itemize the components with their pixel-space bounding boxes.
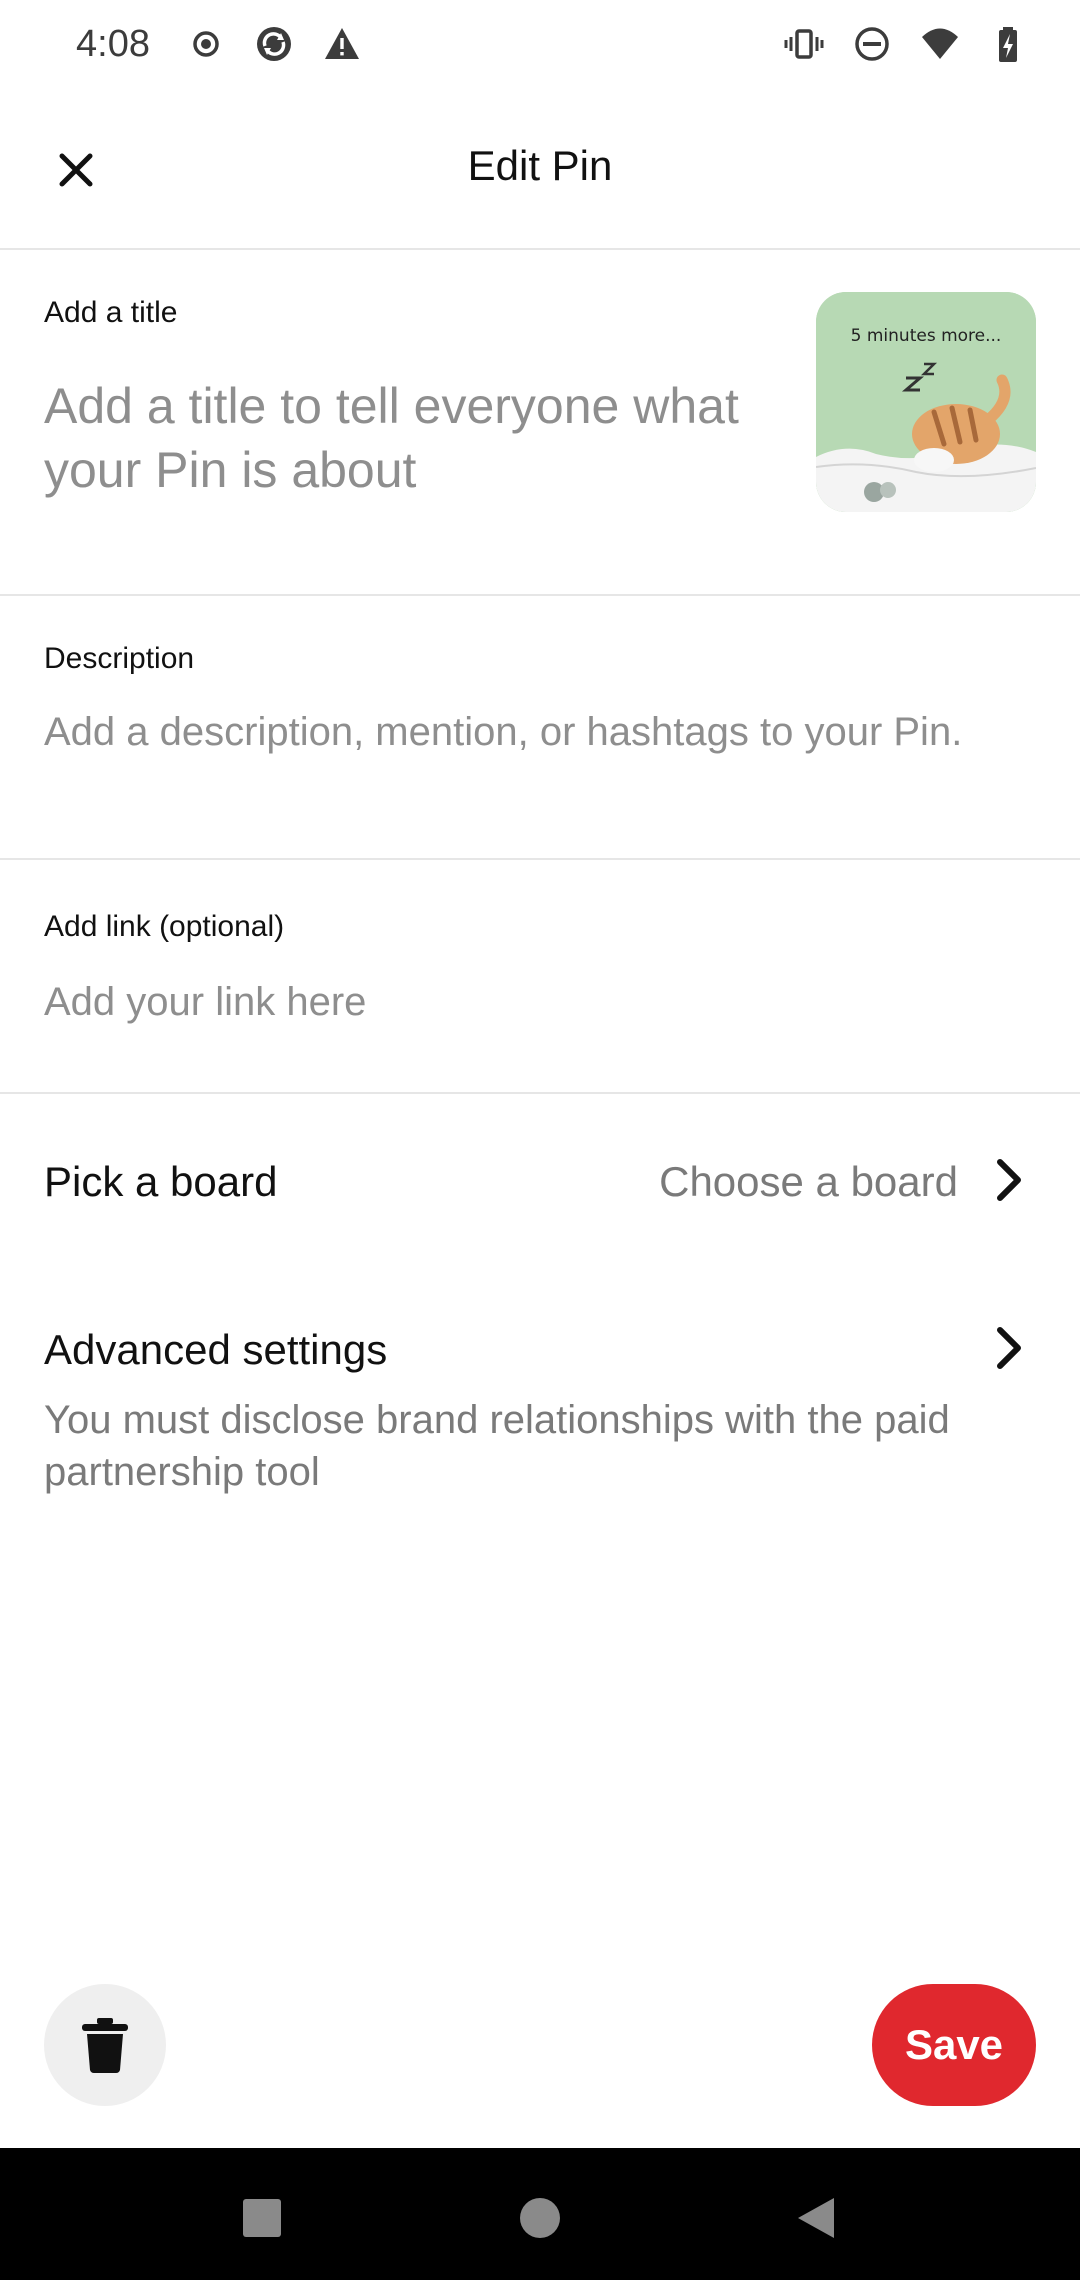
chevron-right-icon xyxy=(988,1156,1028,1204)
triangle-back-icon xyxy=(798,2198,834,2238)
chevron-right-icon xyxy=(988,1324,1028,1372)
sleeping-cat-illustration xyxy=(816,292,1036,512)
pick-board-row[interactable]: Pick a board Choose a board xyxy=(0,1100,1080,1264)
link-input[interactable] xyxy=(44,972,1034,1032)
pin-thumbnail[interactable]: 5 minutes more... xyxy=(816,292,1036,512)
page-title: Edit Pin xyxy=(467,142,613,189)
title-input[interactable] xyxy=(44,374,744,514)
advanced-settings-label: Advanced settings xyxy=(44,1326,388,1373)
status-bar: 4:08 xyxy=(0,0,1080,88)
description-section: Description xyxy=(0,596,1080,860)
back-button[interactable] xyxy=(776,2178,856,2258)
sync-icon xyxy=(254,24,294,64)
title-label: Add a title xyxy=(44,296,178,329)
square-icon xyxy=(243,2199,281,2237)
status-left: 4:08 xyxy=(76,23,362,66)
title-section: Add a title 5 minutes more... xyxy=(0,252,1080,596)
description-input[interactable] xyxy=(44,706,1044,816)
record-icon xyxy=(186,24,226,64)
warning-icon xyxy=(322,24,362,64)
advanced-settings-row[interactable]: Advanced settings You must disclose bran… xyxy=(0,1270,1080,1510)
dnd-icon xyxy=(852,24,892,64)
delete-button[interactable] xyxy=(44,1984,166,2106)
recents-button[interactable] xyxy=(222,2178,302,2258)
circle-icon xyxy=(520,2198,560,2238)
description-label: Description xyxy=(44,642,195,675)
thumbnail-caption: 5 minutes more... xyxy=(850,326,1002,346)
link-label: Add link (optional) xyxy=(44,910,285,943)
status-right xyxy=(784,24,1028,64)
battery-charging-icon xyxy=(988,24,1028,64)
pick-board-label: Pick a board xyxy=(44,1158,278,1205)
header: Edit Pin xyxy=(0,88,1080,250)
board-value: Choose a board xyxy=(659,1158,958,1205)
advanced-settings-subtitle: You must disclose brand relationships wi… xyxy=(44,1398,950,1494)
save-button[interactable]: Save xyxy=(872,1984,1036,2106)
trash-icon xyxy=(82,2018,128,2073)
vibrate-icon xyxy=(784,24,824,64)
status-time: 4:08 xyxy=(76,22,150,65)
home-button[interactable] xyxy=(500,2178,580,2258)
wifi-icon xyxy=(920,24,960,64)
navigation-bar xyxy=(0,2148,1080,2280)
link-section: Add link (optional) xyxy=(0,860,1080,1094)
